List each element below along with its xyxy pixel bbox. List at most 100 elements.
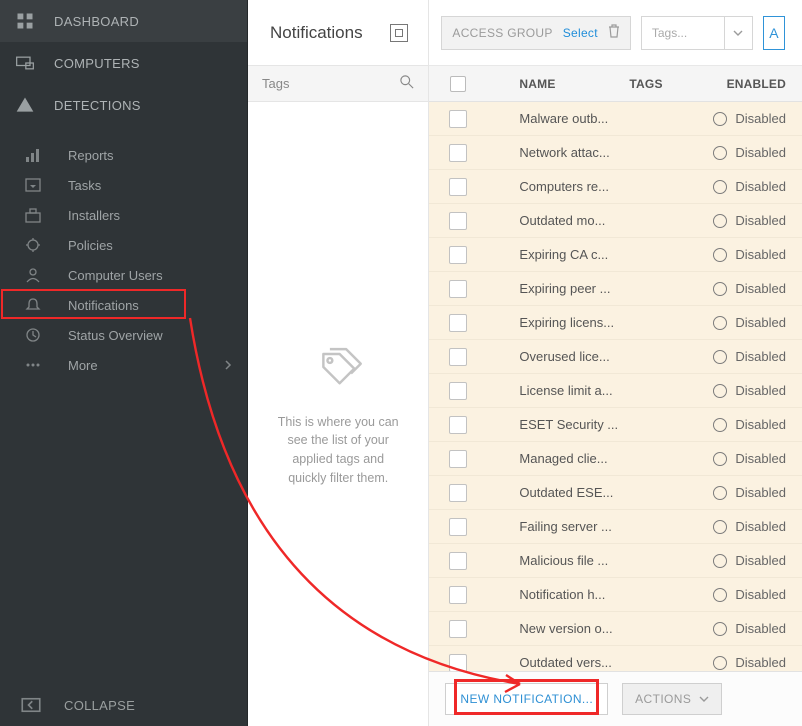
row-checkbox[interactable]	[439, 144, 477, 162]
tags-search-label: Tags	[262, 76, 289, 91]
sidebar-item-installers[interactable]: Installers	[0, 200, 247, 230]
actions-button[interactable]: ACTIONS	[622, 683, 722, 715]
status-icon	[22, 324, 44, 346]
tasks-icon	[22, 174, 44, 196]
row-checkbox[interactable]	[439, 212, 477, 230]
row-enabled: Disabled	[713, 315, 802, 330]
row-checkbox[interactable]	[439, 246, 477, 264]
row-enabled: Disabled	[713, 655, 802, 670]
table-row[interactable]: Expiring CA c...Disabled	[429, 238, 802, 272]
search-icon	[400, 75, 414, 92]
sidebar-item-detections[interactable]: DETECTIONS	[0, 84, 247, 126]
chevron-down-icon	[724, 17, 752, 49]
add-filter-button[interactable]: A	[763, 16, 785, 50]
panel-toggle-icon[interactable]	[390, 24, 408, 42]
row-checkbox[interactable]	[439, 620, 477, 638]
tags-search-row[interactable]: Tags	[248, 66, 428, 102]
select-all-checkbox[interactable]	[439, 76, 477, 92]
computers-icon	[14, 52, 36, 74]
row-checkbox[interactable]	[439, 110, 477, 128]
row-name: Failing server ...	[519, 519, 629, 534]
sidebar-item-label: Policies	[68, 238, 113, 253]
table-row[interactable]: Outdated mo...Disabled	[429, 204, 802, 238]
row-checkbox[interactable]	[439, 654, 477, 672]
row-enabled-text: Disabled	[735, 179, 786, 194]
row-enabled: Disabled	[713, 383, 802, 398]
access-group-label: ACCESS GROUP	[452, 26, 552, 40]
page-title: Notifications	[270, 23, 363, 43]
row-name: New version o...	[519, 621, 629, 636]
table-header: NAME TAGS ENABLED	[429, 66, 802, 102]
sidebar-item-policies[interactable]: Policies	[0, 230, 247, 260]
row-name: Expiring licens...	[519, 315, 629, 330]
detections-icon	[14, 94, 36, 116]
row-checkbox[interactable]	[439, 348, 477, 366]
table-row[interactable]: Expiring peer ...Disabled	[429, 272, 802, 306]
sidebar-collapse[interactable]: COLLAPSE	[0, 684, 247, 726]
row-checkbox[interactable]	[439, 416, 477, 434]
row-enabled-text: Disabled	[735, 655, 786, 670]
radio-empty-icon	[713, 554, 727, 568]
row-checkbox[interactable]	[439, 280, 477, 298]
table-row[interactable]: Network attac... Disabled	[429, 136, 802, 170]
table-row[interactable]: Overused lice...Disabled	[429, 340, 802, 374]
table-row[interactable]: Managed clie...Disabled	[429, 442, 802, 476]
row-enabled-text: Disabled	[735, 383, 786, 398]
row-checkbox[interactable]	[439, 178, 477, 196]
main-panel: ACCESS GROUP Select Tags... A NAME	[429, 0, 802, 726]
row-name: Outdated vers...	[519, 655, 629, 670]
sidebar-item-computers[interactable]: COMPUTERS	[0, 42, 247, 84]
table-row[interactable]: Malicious file ...Disabled	[429, 544, 802, 578]
radio-empty-icon	[713, 350, 727, 364]
row-checkbox[interactable]	[439, 484, 477, 502]
table-row[interactable]: Expiring licens... Disabled	[429, 306, 802, 340]
row-checkbox[interactable]	[439, 450, 477, 468]
filter-bar: ACCESS GROUP Select Tags... A	[429, 0, 802, 66]
table-row[interactable]: ESET Security ...Disabled	[429, 408, 802, 442]
sidebar-item-more[interactable]: 1 More	[0, 350, 247, 380]
sidebar-item-tasks[interactable]: Tasks	[0, 170, 247, 200]
row-enabled-text: Disabled	[735, 621, 786, 636]
table-row[interactable]: Failing server ...Disabled	[429, 510, 802, 544]
radio-empty-icon	[713, 520, 727, 534]
trash-icon[interactable]	[608, 24, 620, 41]
page-title-bar: Notifications	[248, 0, 428, 66]
row-enabled: Disabled	[713, 247, 802, 262]
footer-bar: NEW NOTIFICATION... ACTIONS	[429, 671, 802, 726]
sidebar-item-computer-users[interactable]: Computer Users	[0, 260, 247, 290]
row-name: Network attac...	[519, 145, 629, 160]
row-checkbox[interactable]	[439, 586, 477, 604]
row-checkbox[interactable]	[439, 518, 477, 536]
table-row[interactable]: Notification h...Disabled	[429, 578, 802, 612]
row-checkbox[interactable]	[439, 552, 477, 570]
row-enabled-text: Disabled	[735, 145, 786, 160]
row-checkbox[interactable]	[439, 314, 477, 332]
table-row[interactable]: Outdated ESE...Disabled	[429, 476, 802, 510]
access-group-filter[interactable]: ACCESS GROUP Select	[441, 16, 630, 50]
sidebar-item-notifications[interactable]: Notifications	[0, 290, 247, 320]
table-row[interactable]: New version o... Disabled	[429, 612, 802, 646]
table-row[interactable]: Malware outb...Disabled	[429, 102, 802, 136]
sidebar-item-label: Reports	[68, 148, 114, 163]
table-row[interactable]: License limit a...Disabled	[429, 374, 802, 408]
radio-empty-icon	[713, 588, 727, 602]
column-header-name[interactable]: NAME	[519, 77, 629, 91]
radio-empty-icon	[713, 112, 727, 126]
column-header-enabled[interactable]: ENABLED	[713, 77, 802, 91]
sidebar-item-dashboard[interactable]: DASHBOARD	[0, 0, 247, 42]
column-header-tags[interactable]: TAGS	[629, 77, 713, 91]
row-enabled-text: Disabled	[735, 587, 786, 602]
sidebar-item-reports[interactable]: Reports	[0, 140, 247, 170]
table-row[interactable]: Computers re...Disabled	[429, 170, 802, 204]
radio-empty-icon	[713, 282, 727, 296]
new-notification-button[interactable]: NEW NOTIFICATION...	[445, 683, 608, 715]
access-group-select-link[interactable]: Select	[563, 26, 598, 40]
radio-empty-icon	[713, 486, 727, 500]
row-name: ESET Security ...	[519, 417, 629, 432]
tags-filter-select[interactable]: Tags...	[641, 16, 753, 50]
row-checkbox[interactable]	[439, 382, 477, 400]
row-enabled-text: Disabled	[735, 485, 786, 500]
table-row[interactable]: Outdated vers... Disabled	[429, 646, 802, 671]
row-name: Expiring peer ...	[519, 281, 629, 296]
sidebar-item-status-overview[interactable]: Status Overview	[0, 320, 247, 350]
